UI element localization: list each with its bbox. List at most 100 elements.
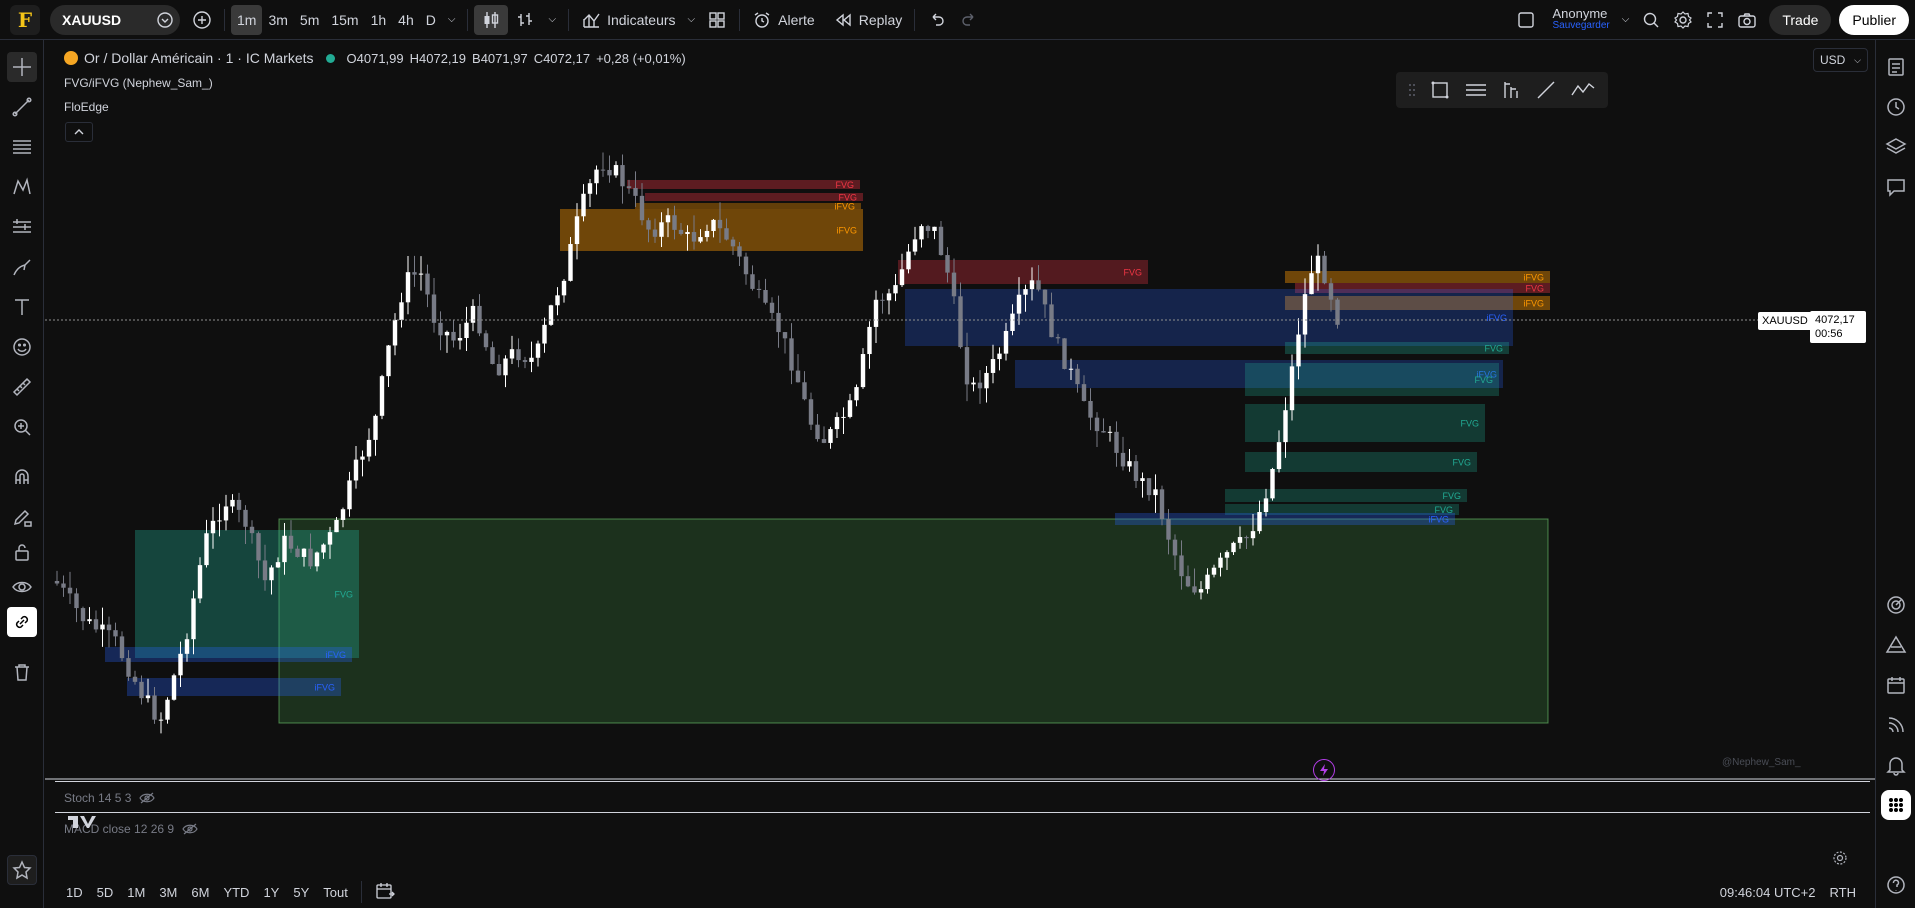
favorites-tool[interactable] <box>7 855 37 885</box>
eye-off-icon[interactable] <box>182 822 198 836</box>
collapse-legend-button[interactable] <box>65 122 93 142</box>
hide-drawings-tool[interactable] <box>7 572 37 602</box>
range-YTD[interactable]: YTD <box>216 885 256 900</box>
notifications-button[interactable] <box>1881 750 1911 780</box>
timeframe-5m[interactable]: 5m <box>294 5 325 35</box>
tradingview-logo[interactable] <box>68 814 98 828</box>
measure-tool[interactable] <box>7 372 37 402</box>
rectangle-icon[interactable] <box>1429 79 1451 101</box>
fvg-zone[interactable]: FVG <box>645 193 863 203</box>
range-6M[interactable]: 6M <box>184 885 216 900</box>
chats-button[interactable] <box>1881 172 1911 202</box>
fvg-zone[interactable]: FVG <box>898 260 1148 284</box>
screener-button[interactable] <box>1881 590 1911 620</box>
fvg-zone[interactable]: FVG <box>1245 363 1499 396</box>
stoch-pane-label[interactable]: Stoch 14 5 3 <box>64 791 156 805</box>
lightning-icon[interactable] <box>1313 759 1335 781</box>
timeframe-15m[interactable]: 15m <box>325 5 364 35</box>
floedge-zone[interactable] <box>278 518 1549 724</box>
crosshair-tool[interactable] <box>7 52 37 82</box>
redo-button[interactable] <box>953 5 985 35</box>
timeframe-D[interactable]: D <box>420 5 442 35</box>
fvg-zone[interactable]: iFVG <box>1115 513 1455 525</box>
indicators-button[interactable]: Indicateurs <box>575 5 681 35</box>
publish-button[interactable]: Publier <box>1839 4 1909 35</box>
fvg-zone[interactable]: FVG <box>1225 489 1467 502</box>
main-pane-separator[interactable] <box>55 781 1870 782</box>
range-1Y[interactable]: 1Y <box>256 885 286 900</box>
ideas-button[interactable] <box>1881 630 1911 660</box>
eye-off-icon[interactable] <box>139 791 156 805</box>
range-5D[interactable]: 5D <box>90 885 121 900</box>
trend-line-tool[interactable] <box>7 92 37 122</box>
icons-tool[interactable] <box>7 332 37 362</box>
timezone-clock[interactable]: 09:46:04 UTC+2 <box>1713 885 1823 900</box>
user-menu-dropdown[interactable]: ⌵ <box>1616 5 1636 35</box>
range-all[interactable]: Tout <box>316 885 355 900</box>
timeframe-3m[interactable]: 3m <box>262 5 293 35</box>
object-tree-button[interactable] <box>1881 132 1911 162</box>
chart-type-dropdown[interactable]: ⌵ <box>542 5 562 35</box>
settings-button[interactable] <box>1667 5 1699 35</box>
news-button[interactable] <box>1881 710 1911 740</box>
timeframe-4h[interactable]: 4h <box>392 5 420 35</box>
pane-settings-button[interactable] <box>1832 850 1848 871</box>
timeframe-1h[interactable]: 1h <box>365 5 393 35</box>
alert-button[interactable]: Alerte <box>746 5 821 35</box>
stay-drawing-tool[interactable] <box>7 502 37 532</box>
layout-toggle-button[interactable] <box>1510 5 1542 35</box>
fvg-zone[interactable]: FVG <box>627 180 860 190</box>
trade-button[interactable]: Trade <box>1769 4 1832 35</box>
calendar-button[interactable] <box>1881 670 1911 700</box>
range-1D[interactable]: 1D <box>59 885 90 900</box>
indicator-fvg-label[interactable]: FVG/iFVG (Nephew_Sam_) <box>64 76 213 90</box>
fib-tool[interactable] <box>7 132 37 162</box>
apps-button[interactable] <box>1881 790 1911 820</box>
fullscreen-button[interactable] <box>1699 5 1731 35</box>
user-menu[interactable]: Anonyme Sauvegarder <box>1542 5 1615 35</box>
fvg-zone[interactable]: iFVG <box>905 289 1513 346</box>
bars-chart-type-button[interactable] <box>508 5 542 35</box>
lines-icon[interactable] <box>1464 79 1488 101</box>
fvg-zone[interactable]: FVG <box>1245 404 1485 442</box>
stoch-pane-separator[interactable] <box>55 812 1870 813</box>
app-logo[interactable]: F <box>10 4 40 35</box>
zigzag-icon[interactable] <box>1570 79 1596 101</box>
help-button[interactable] <box>1881 870 1911 900</box>
alerts-panel-button[interactable] <box>1881 92 1911 122</box>
range-3M[interactable]: 3M <box>152 885 184 900</box>
indicators-dropdown[interactable]: ⌵ <box>682 5 702 35</box>
brush-tool[interactable] <box>7 252 37 282</box>
fvg-zone[interactable]: iFVG <box>105 647 352 662</box>
forecast-tool[interactable] <box>7 212 37 242</box>
quick-search-button[interactable] <box>1635 5 1667 35</box>
session-toggle[interactable]: RTH <box>1823 885 1863 900</box>
add-symbol-button[interactable] <box>186 5 218 35</box>
zoom-tool[interactable] <box>7 412 37 442</box>
text-tool[interactable] <box>7 292 37 322</box>
layouts-button[interactable] <box>701 5 733 35</box>
pattern-tool[interactable] <box>7 172 37 202</box>
legend-title[interactable]: Or / Dollar Américain · 1 · IC Markets <box>84 50 314 66</box>
snapshot-button[interactable] <box>1731 5 1763 35</box>
fvg-zone[interactable]: FVG <box>1285 342 1509 354</box>
undo-button[interactable] <box>921 5 953 35</box>
symbol-info-icon[interactable] <box>156 11 174 29</box>
remove-drawings-tool[interactable] <box>7 657 37 687</box>
replay-button[interactable]: Replay <box>827 5 909 35</box>
currency-select[interactable]: USD ⌵ <box>1813 48 1868 72</box>
lock-drawings-tool[interactable] <box>7 537 37 567</box>
go-to-date-button[interactable] <box>368 882 402 903</box>
symbol-search[interactable]: XAUUSD <box>50 4 180 35</box>
price-chart[interactable]: FVGFVGiFVGiFVGFVGiFVGFVGiFVGiFVGFVGiFVGF… <box>45 41 1875 781</box>
magnet-tool[interactable] <box>7 462 37 492</box>
timeframe-dropdown[interactable]: ⌵ <box>442 5 462 35</box>
sync-drawings-tool[interactable] <box>7 607 37 637</box>
timeframe-1m[interactable]: 1m <box>231 4 263 35</box>
range-5Y[interactable]: 5Y <box>286 885 316 900</box>
fvg-zone[interactable]: iFVG <box>127 678 341 696</box>
indicator-floedge-label[interactable]: FloEdge <box>64 100 109 114</box>
position-icon[interactable] <box>1500 79 1522 101</box>
drag-handle-icon[interactable] <box>1408 82 1416 98</box>
watchlist-button[interactable] <box>1881 52 1911 82</box>
